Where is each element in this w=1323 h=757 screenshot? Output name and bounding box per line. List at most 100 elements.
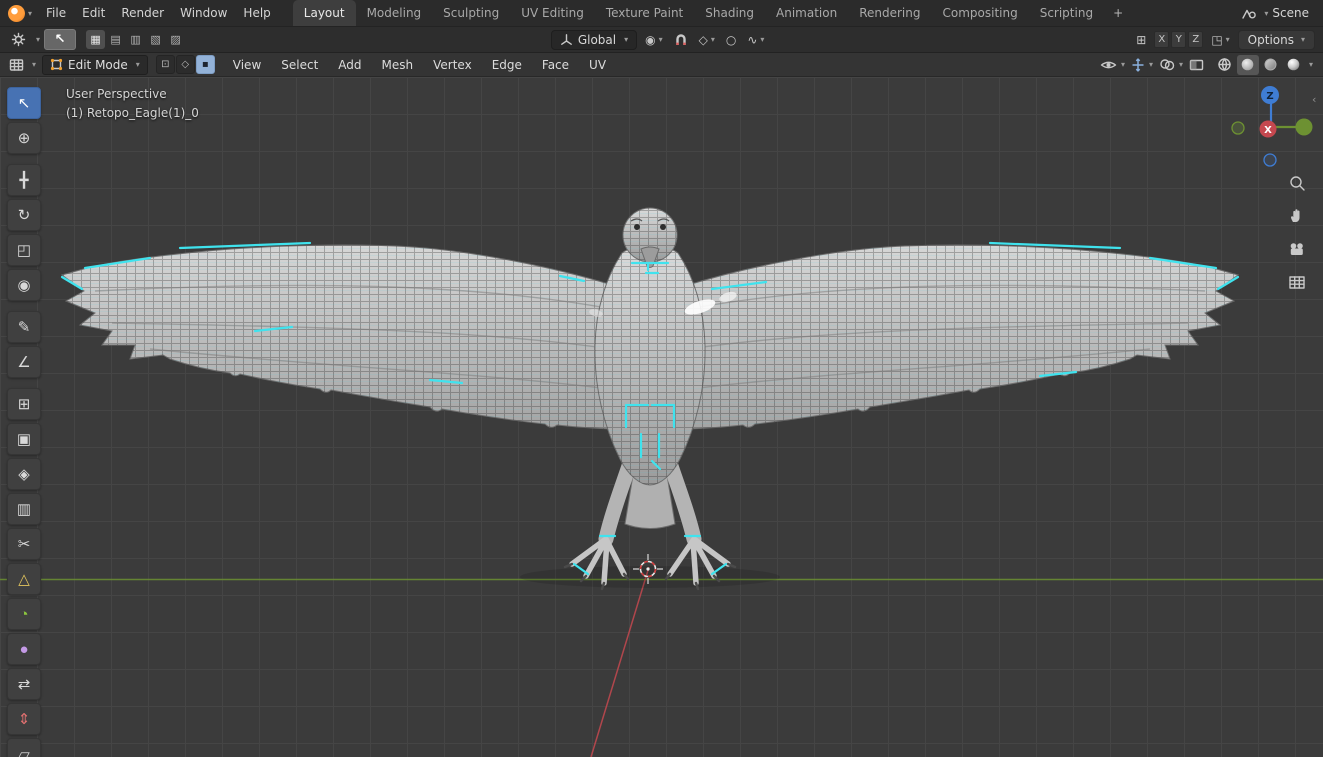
workspace-tab[interactable]: UV Editing [510, 0, 595, 26]
menu[interactable]: Window [172, 2, 235, 24]
orientation-dropdown[interactable]: Global ▾ [550, 29, 638, 50]
tool-bevel[interactable]: ◈ [7, 458, 41, 490]
pan-button[interactable] [1286, 205, 1308, 227]
proportional-editing-toggle[interactable]: ○ [723, 29, 739, 50]
shading-wireframe-button[interactable] [1214, 55, 1236, 75]
shading-solid-button[interactable] [1236, 54, 1259, 75]
workspace-tab[interactable]: Sculpting [432, 0, 510, 26]
falloff-dropdown[interactable]: ∿ ▾ [744, 29, 767, 50]
tool-cursor[interactable]: ⊕ [7, 122, 41, 154]
scene-name[interactable]: Scene [1272, 6, 1309, 20]
axis-toggle[interactable]: Y [1171, 31, 1187, 48]
editor-type-chevron-icon[interactable]: ▾ [36, 35, 40, 44]
selmode-face-select[interactable]: ▪ [195, 55, 215, 74]
overlays-dropdown[interactable]: ▾ [1159, 58, 1183, 71]
shading-chevron-icon[interactable]: ▾ [1309, 60, 1313, 69]
logo-chevron-icon[interactable]: ▾ [28, 9, 32, 18]
sidebar-collapse-arrow[interactable]: ‹ [1312, 93, 1316, 106]
gizmo-toggle-dropdown[interactable]: ▾ [1131, 57, 1153, 72]
tool-poly-build[interactable]: △ [7, 563, 41, 595]
menu[interactable]: Render [113, 2, 172, 24]
workspace-tab[interactable]: Shading [694, 0, 765, 26]
select-option-select-subtract[interactable]: ▥ [126, 30, 145, 49]
tool-inset-faces[interactable]: ▣ [7, 423, 41, 455]
select-option-select-intersect[interactable]: ▨ [166, 30, 185, 49]
navigation-gizmo[interactable]: Z X [1226, 82, 1316, 172]
tool-move[interactable]: ╋ [7, 164, 41, 196]
viewport-menu[interactable]: View [223, 55, 271, 75]
editor-type-tool-settings-icon[interactable] [8, 29, 29, 50]
tool-shear[interactable]: ▱ [7, 738, 41, 757]
tool-extrude-region[interactable]: ⊞ [7, 388, 41, 420]
add-workspace-button[interactable]: + [1104, 6, 1132, 20]
viewport-menu[interactable]: UV [579, 55, 616, 75]
mode-dropdown[interactable]: Edit Mode ▾ [42, 54, 148, 75]
workspace-tab[interactable]: Modeling [356, 0, 433, 26]
workspace-tab[interactable]: Layout [292, 0, 356, 26]
viewport-menu[interactable]: Face [532, 55, 579, 75]
tool-transform[interactable]: ◉ [7, 269, 41, 301]
camera-view-button[interactable] [1286, 238, 1308, 260]
menu[interactable]: Edit [74, 2, 113, 24]
workspace-tab[interactable]: Texture Paint [595, 0, 694, 26]
select-option-select-extend[interactable]: ▤ [106, 30, 125, 49]
viewport-canvas[interactable] [0, 77, 1323, 757]
workspace-tab[interactable]: Animation [765, 0, 848, 26]
visibility-filter-dropdown[interactable]: ▾ [1100, 59, 1125, 71]
axis-toggle[interactable]: Z [1188, 31, 1204, 48]
tool-loop-cut[interactable]: ▥ [7, 493, 41, 525]
xray-toggle[interactable] [1189, 59, 1204, 71]
tool-scale[interactable]: ◰ [7, 234, 41, 266]
editor-type-3dview-icon[interactable] [6, 54, 27, 75]
tool-annotate[interactable]: ✎ [7, 311, 41, 343]
viewport-menu[interactable]: Vertex [423, 55, 482, 75]
snap-toggle[interactable] [671, 29, 691, 50]
menu[interactable]: Help [235, 2, 278, 24]
tool-knife[interactable]: ✂ [7, 528, 41, 560]
viewport-menu[interactable]: Select [271, 55, 328, 75]
shading-rendered-button[interactable] [1283, 55, 1305, 75]
scene-icon[interactable] [1241, 6, 1257, 20]
selmode-vertex-select[interactable]: ⊡ [155, 55, 175, 74]
tool-select-box[interactable]: ↖ [7, 87, 41, 119]
editor-chevron-icon[interactable]: ▾ [32, 60, 36, 69]
workspace-tab[interactable]: Compositing [931, 0, 1028, 26]
zoom-button[interactable] [1286, 172, 1308, 194]
shading-material-button[interactable] [1260, 55, 1282, 75]
workspace-tab[interactable]: Rendering [848, 0, 931, 26]
viewport-menu[interactable]: Edge [482, 55, 532, 75]
tool-smooth[interactable]: ● [7, 633, 41, 665]
mode-label: Edit Mode [68, 57, 128, 72]
proportional-icon: ○ [725, 32, 737, 47]
tool-measure[interactable]: ∠ [7, 346, 41, 378]
selmode-edge-select[interactable]: ◇ [175, 55, 195, 74]
select-option-select-new[interactable]: ▦ [86, 30, 106, 49]
gizmo-neg-y-ball[interactable] [1231, 121, 1245, 135]
select-option-select-invert[interactable]: ▧ [146, 30, 165, 49]
snap-target-dropdown[interactable]: ◇ ▾ [696, 29, 718, 50]
viewport-menu[interactable]: Mesh [372, 55, 424, 75]
tool-spin[interactable]: ◔ [7, 598, 41, 630]
tool-shrink-fatten[interactable]: ⇕ [7, 703, 41, 735]
blender-logo-icon[interactable] [8, 4, 25, 22]
mirror-axis-buttons: XYZ [1154, 31, 1204, 48]
workspace-tabs: Layout Modeling Sculpting UV Editing Texture… [292, 0, 1104, 26]
viewport-3d[interactable]: User Perspective (1) Retopo_Eagle(1)_0 ↖… [0, 77, 1323, 757]
pivot-point-dropdown[interactable]: ◉ ▾ [642, 29, 666, 50]
viewport-menu[interactable]: Add [328, 55, 371, 75]
tool-edge-slide[interactable]: ⇄ [7, 668, 41, 700]
orthographic-toggle-button[interactable] [1286, 271, 1308, 293]
active-tool-button[interactable]: ↖ [44, 29, 77, 50]
scene-chevron-icon[interactable]: ▾ [1264, 9, 1268, 18]
axis-toggle[interactable]: X [1154, 31, 1170, 48]
wireframe-sphere-icon [1218, 58, 1232, 71]
tool-rotate[interactable]: ↻ [7, 199, 41, 231]
workspace-tab[interactable]: Scripting [1029, 0, 1104, 26]
transform-extra-dropdown[interactable]: ◳ ▾ [1208, 29, 1232, 50]
menu[interactable]: File [38, 2, 74, 24]
gizmo-neg-z-ball[interactable] [1263, 153, 1277, 167]
options-dropdown[interactable]: Options ▾ [1237, 29, 1315, 50]
mirror-overlay-icon[interactable]: ⊞ [1133, 29, 1149, 50]
gizmo-z-label: Z [1266, 91, 1273, 102]
gizmo-y-ball[interactable] [1295, 118, 1313, 136]
